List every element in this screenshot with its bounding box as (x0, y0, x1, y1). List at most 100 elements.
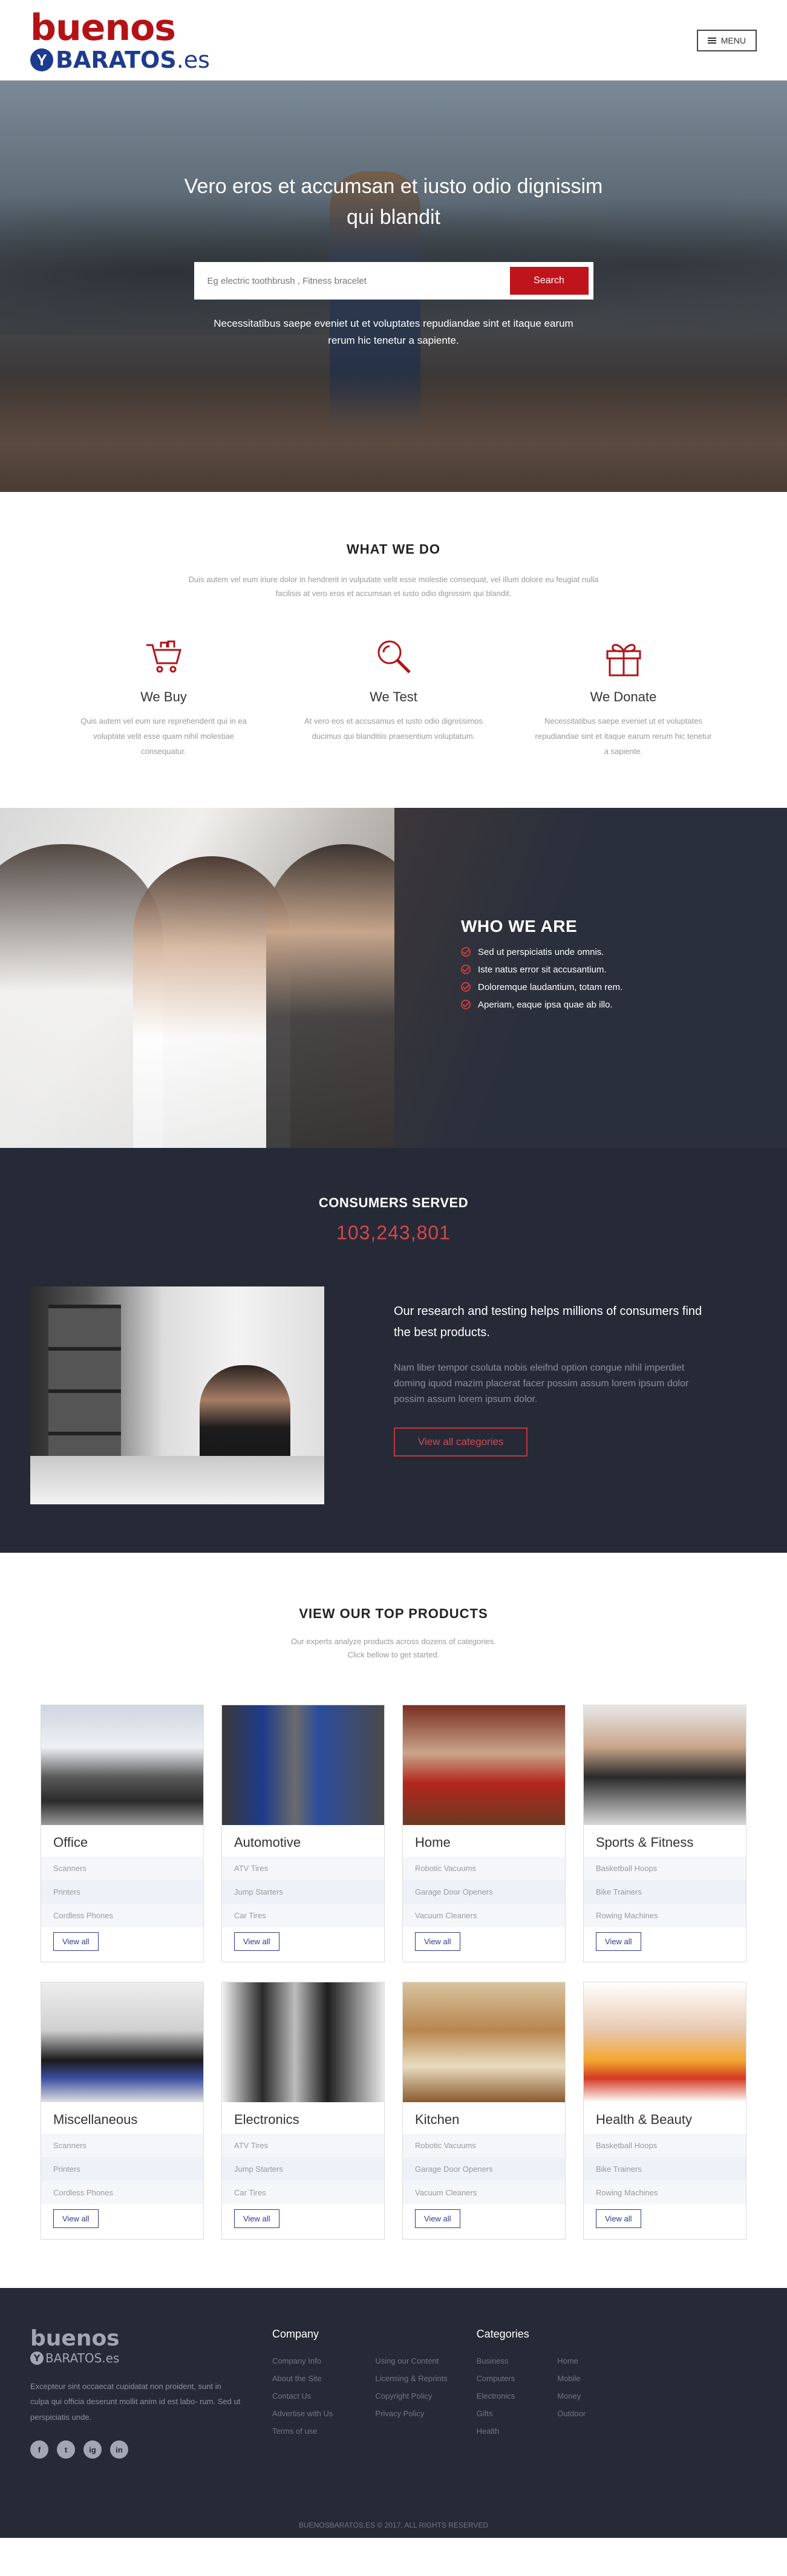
search-button[interactable]: Search (509, 267, 589, 295)
view-all-button[interactable]: View all (53, 2209, 99, 2229)
footer-link[interactable]: Outdoor (557, 2409, 586, 2418)
list-item: Aperiam, eaque ipsa quae ab illo. (461, 1000, 622, 1010)
view-all-button[interactable]: View all (596, 2209, 641, 2229)
product-card-link[interactable]: Jump Starters (222, 1880, 384, 1904)
footer-link[interactable]: Using our Content (375, 2356, 447, 2365)
product-card-list: Robotic Vacuums Garage Door Openers Vacuum… (403, 2134, 565, 2205)
footer-link[interactable]: Mobile (557, 2374, 586, 2383)
product-card-link[interactable]: Car Tires (222, 2181, 384, 2205)
facebook-icon[interactable]: f (30, 2440, 48, 2459)
product-card-image (41, 1705, 203, 1826)
product-card-link[interactable]: Vacuum Cleaners (403, 2181, 565, 2205)
view-all-button[interactable]: View all (234, 2209, 279, 2229)
product-card-link[interactable]: Bike Trainers (584, 2157, 746, 2181)
footer-link[interactable]: Business (477, 2356, 515, 2365)
product-card-link[interactable]: Scanners (41, 1857, 203, 1881)
product-card-link[interactable]: Printers (41, 2157, 203, 2181)
feature-we-donate: We Donate Necessitatibus saepe eveniet u… (533, 635, 714, 759)
feature-title: We Buy (140, 689, 187, 704)
site-logo[interactable]: buenos Y BARATOS .es (30, 10, 210, 71)
view-all-categories-button[interactable]: View all categories (394, 1427, 528, 1457)
view-all-button[interactable]: View all (415, 2209, 460, 2229)
product-card-link[interactable]: Basketball Hoops (584, 1857, 746, 1881)
product-card-link[interactable]: Garage Door Openers (403, 2157, 565, 2181)
product-card-title: Electronics (234, 2112, 299, 2128)
check-circle-icon (461, 947, 471, 957)
view-all-button[interactable]: View all (596, 1932, 641, 1952)
search-input[interactable] (198, 267, 510, 295)
footer-link[interactable]: Privacy Policy (375, 2409, 447, 2418)
footer-link[interactable]: Home (557, 2356, 586, 2365)
product-card-link[interactable]: Basketball Hoops (584, 2134, 746, 2158)
footer-about-text: Excepteur sint occaecat cupidatat non pr… (30, 2382, 241, 2422)
product-card-list: Robotic Vacuums Garage Door Openers Vacuum… (403, 1857, 565, 1928)
footer-link[interactable]: Company Info (272, 2356, 333, 2365)
product-card-link[interactable]: Robotic Vacuums (403, 1857, 565, 1881)
footer-company-title: Company (272, 2328, 319, 2341)
product-card-image (222, 1982, 384, 2103)
product-card: Office Scanners Printers Cordless Phones Vie… (41, 1705, 204, 1963)
view-all-button[interactable]: View all (415, 1932, 460, 1952)
footer-link[interactable]: Licensing & Reprints (375, 2374, 447, 2383)
product-card-link[interactable]: Rowing Machines (584, 2181, 746, 2205)
product-card-title: Automotive (234, 1835, 301, 1850)
product-card-link[interactable]: Garage Door Openers (403, 1880, 565, 1904)
check-circle-icon (461, 965, 471, 975)
product-card-title: Health & Beauty (596, 2112, 692, 2128)
site-footer: buenos Y BARATOS.es Excepteur sint occaec… (0, 2288, 787, 2538)
footer-link[interactable]: Gifts (477, 2409, 515, 2418)
product-card-title: Office (53, 1835, 88, 1850)
who-we-are-title: WHO WE ARE (461, 916, 578, 936)
footer-link[interactable]: Health (477, 2427, 515, 2436)
product-card-link[interactable]: Car Tires (222, 1904, 384, 1928)
product-card-title: Sports & Fitness (596, 1835, 694, 1850)
footer-link[interactable]: Electronics (477, 2391, 515, 2401)
product-card: Kitchen Robotic Vacuums Garage Door Opener… (402, 1982, 566, 2240)
footer-link[interactable]: Contact Us (272, 2391, 333, 2401)
twitter-icon[interactable]: t (57, 2440, 75, 2459)
footer-link[interactable]: Computers (477, 2374, 515, 2383)
product-card-link[interactable]: Cordless Phones (41, 2181, 203, 2205)
product-card-link[interactable]: Printers (41, 1880, 203, 1904)
top-products-subtitle-2: Click bellow to get started. (347, 1650, 440, 1660)
product-card-list: Scanners Printers Cordless Phones (41, 1857, 203, 1928)
product-card: Sports & Fitness Basketball Hoops Bike Tra… (583, 1705, 746, 1963)
linkedin-icon[interactable]: in (110, 2440, 128, 2459)
product-card-link[interactable]: ATV Tires (222, 1857, 384, 1881)
product-card-link[interactable]: Bike Trainers (584, 1880, 746, 1904)
hero-section: Vero eros et accumsan et iusto odio dign… (0, 80, 787, 492)
product-card-link[interactable]: Vacuum Cleaners (403, 1904, 565, 1928)
product-card-title: Home (415, 1835, 451, 1850)
product-card-link[interactable]: Cordless Phones (41, 1904, 203, 1928)
product-card-link[interactable]: Robotic Vacuums (403, 2134, 565, 2158)
instagram-icon[interactable]: ig (83, 2440, 102, 2459)
list-item: Sed ut perspiciatis unde omnis. (461, 947, 622, 957)
office-photo (30, 1286, 324, 1504)
feature-title: We Test (370, 689, 417, 704)
feature-we-buy: We Buy Quis autem vel eum iure reprehend… (73, 635, 255, 759)
features-row: We Buy Quis autem vel eum iure reprehend… (0, 635, 787, 759)
logo-y-badge: Y (30, 48, 53, 71)
footer-link[interactable]: Money (557, 2391, 586, 2401)
hamburger-icon (707, 36, 716, 45)
logo-wordmark-bottom: Y BARATOS .es (30, 48, 210, 71)
footer-link[interactable]: About the Site (272, 2374, 333, 2383)
product-card-link[interactable]: Rowing Machines (584, 1904, 746, 1928)
product-card-link[interactable]: Scanners (41, 2134, 203, 2158)
product-card-link[interactable]: Jump Starters (222, 2157, 384, 2181)
menu-button[interactable]: MENU (696, 29, 757, 51)
check-circle-icon (461, 1000, 471, 1010)
menu-label: MENU (720, 35, 746, 45)
view-all-button[interactable]: View all (53, 1932, 99, 1952)
footer-logo[interactable]: buenos Y BARATOS.es (30, 2328, 240, 2365)
product-card-link[interactable]: ATV Tires (222, 2134, 384, 2158)
consumers-section: CONSUMERS SERVED 103,243,801 Our researc… (0, 1147, 787, 1553)
footer-link[interactable]: Copyright Policy (375, 2391, 447, 2401)
product-card-image (41, 1982, 203, 2103)
footer-link[interactable]: Advertise with Us (272, 2409, 333, 2418)
footer-company: Company Company Info About the Site Contac… (272, 2328, 448, 2459)
view-all-button[interactable]: View all (234, 1932, 279, 1952)
product-card-title: Kitchen (415, 2112, 460, 2128)
footer-link[interactable]: Terms of use (272, 2427, 333, 2436)
consumers-body: Nam liber tempor csoluta nobis eleifnd o… (394, 1362, 689, 1405)
